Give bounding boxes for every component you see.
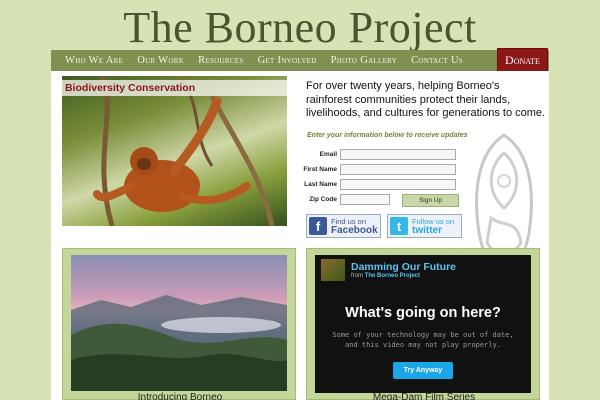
- intro-text: For over twenty years, helping Borneo's …: [306, 80, 546, 119]
- email-field[interactable]: [340, 149, 456, 160]
- video-note-line2: and this video may not play properly.: [345, 341, 501, 349]
- introducing-borneo-label[interactable]: Introducing Borneo: [63, 392, 297, 400]
- nav-our-work[interactable]: Our Work: [130, 55, 191, 66]
- twitter-label: Follow us on twitter: [412, 217, 454, 236]
- facebook-label: Find us on Facebook: [331, 217, 378, 236]
- facebook-icon: f: [309, 217, 327, 235]
- main-content: Biodiversity Conservation For over twent…: [51, 71, 549, 400]
- email-row: Email: [299, 149, 456, 160]
- email-label: Email: [319, 151, 337, 158]
- main-nav: Who We Are Our Work Resources Get Involv…: [51, 48, 549, 73]
- try-anyway-button[interactable]: Try Anyway: [393, 362, 453, 379]
- signup-prompt: Enter your information below to receive …: [307, 132, 468, 139]
- nav-resources[interactable]: Resources: [191, 55, 251, 66]
- borneo-landscape-image[interactable]: [71, 255, 287, 391]
- nav-get-involved[interactable]: Get Involved: [251, 55, 324, 66]
- feature-caption[interactable]: Biodiversity Conservation: [62, 80, 287, 96]
- video-note-line1: Some of your technology may be out of da…: [332, 331, 514, 339]
- first-name-row: First Name: [299, 164, 456, 175]
- facebook-button[interactable]: f Find us on Facebook: [306, 214, 381, 238]
- video-title[interactable]: Damming Our Future: [351, 261, 456, 273]
- twitter-button[interactable]: t Follow us on twitter: [387, 214, 462, 238]
- video-from-name[interactable]: The Borneo Project: [365, 273, 420, 279]
- donate-button[interactable]: Donate: [497, 48, 548, 73]
- mountain-landscape-illustration: [71, 295, 287, 391]
- nav-who-we-are[interactable]: Who We Are: [51, 55, 130, 66]
- zip-field[interactable]: [340, 194, 390, 205]
- last-name-label: Last Name: [304, 181, 337, 188]
- last-name-row: Last Name: [299, 179, 456, 190]
- last-name-field[interactable]: [340, 179, 456, 190]
- video-error-note: Some of your technology may be out of da…: [315, 330, 531, 350]
- video-meta: Damming Our Future from The Borneo Proje…: [351, 261, 456, 279]
- video-error-heading: What's going on here?: [345, 305, 501, 321]
- facebook-line2: Facebook: [331, 225, 378, 236]
- nav-contact-us[interactable]: Contact Us: [404, 55, 470, 66]
- zip-label: Zip Code: [309, 196, 337, 203]
- video-from-prefix: from: [351, 273, 363, 279]
- mega-dam-label[interactable]: Mega-Dam Film Series: [307, 392, 541, 400]
- first-name-field[interactable]: [340, 164, 456, 175]
- video-from: from The Borneo Project: [351, 273, 456, 279]
- nav-photo-gallery[interactable]: Photo Gallery: [324, 55, 404, 66]
- video-header: Damming Our Future from The Borneo Proje…: [315, 255, 531, 285]
- mega-dam-panel[interactable]: Damming Our Future from The Borneo Proje…: [306, 248, 540, 400]
- signup-button[interactable]: Sign Up: [402, 194, 459, 207]
- zip-row: Zip Code: [299, 194, 390, 205]
- video-thumbnail: [321, 259, 345, 281]
- feature-image-orangutan[interactable]: Biodiversity Conservation: [62, 76, 287, 226]
- introducing-borneo-panel[interactable]: Introducing Borneo: [62, 248, 296, 400]
- first-name-label: First Name: [303, 166, 337, 173]
- site-title[interactable]: The Borneo Project: [0, 2, 600, 53]
- orangutan-illustration: [93, 76, 275, 226]
- video-player[interactable]: Damming Our Future from The Borneo Proje…: [315, 255, 531, 393]
- twitter-line2: twitter: [412, 225, 442, 236]
- twitter-icon: t: [390, 217, 408, 235]
